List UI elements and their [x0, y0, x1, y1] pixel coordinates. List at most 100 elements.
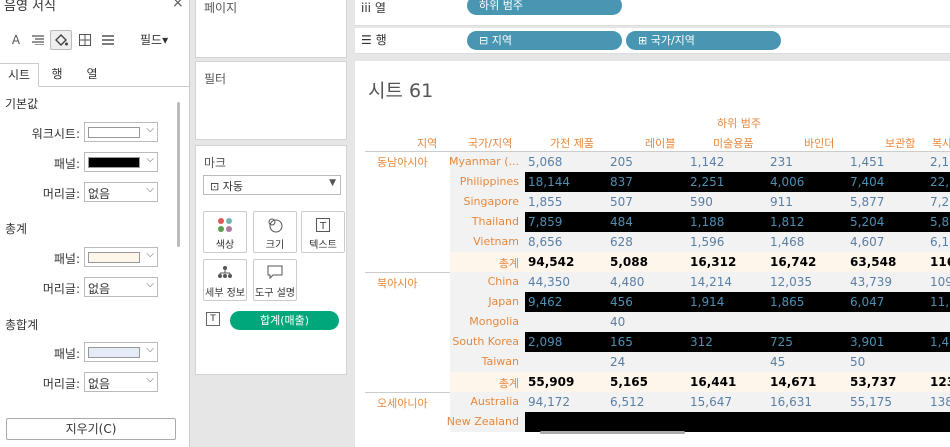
table-row[interactable]: 5,068 205 1,142 231 1,451 2,13 — [525, 152, 950, 172]
value-cell: 18,144 — [528, 175, 570, 189]
expand-icon: ⊞ — [638, 34, 648, 47]
worksheet-color-dropdown[interactable]: ⌵ — [84, 122, 158, 142]
rows-shelf: ☰ 행 ⊟ 지역 ⊞ 국가/지역 — [355, 28, 950, 54]
chevron-down-icon: ⌵ — [146, 124, 154, 135]
value-cell: 1,812 — [770, 215, 805, 229]
row-header-region: 지역 — [417, 137, 438, 150]
value-cell: 43,739 — [850, 275, 892, 289]
table-row[interactable]: 2,098 165 312 725 3,901 1,42 — [525, 332, 950, 352]
fields-dropdown[interactable]: 필드▾ — [140, 31, 168, 48]
alignment-icon[interactable] — [27, 30, 49, 50]
total-row[interactable]: 55,909 5,165 16,441 14,671 53,737 123 — [525, 372, 950, 392]
totals-header-dropdown[interactable]: 없음 ⌵ — [84, 277, 158, 297]
value-cell: 1,865 — [770, 295, 805, 309]
country-label: Thailand — [471, 215, 519, 228]
mark-type-icon: ⊡ — [210, 180, 223, 193]
pages-card[interactable]: 페이지 — [195, 0, 347, 58]
value-cell: 590 — [690, 195, 713, 209]
table-row[interactable]: 24 45 50 — [525, 352, 950, 372]
color-swatch — [88, 252, 140, 263]
value-cell: 1,42 — [930, 335, 950, 349]
clear-button[interactable]: 지우기(C) — [6, 418, 176, 440]
value-cell: 50 — [850, 355, 866, 369]
country-label: Vietnam — [473, 235, 519, 248]
color-label: 색상 — [215, 240, 235, 251]
color-swatch — [88, 127, 140, 138]
column-field-header: 하위 범주 — [717, 117, 761, 130]
grand-pane-color-dropdown[interactable]: ⌵ — [84, 342, 158, 362]
value-cell: 312 — [690, 335, 713, 349]
font-icon[interactable]: A — [5, 30, 27, 50]
value-cell: 55,909 — [528, 375, 575, 389]
row-header-country: 국가/지역 — [468, 137, 513, 150]
value-cell: 94,542 — [528, 255, 575, 269]
table-row[interactable]: 40 — [525, 312, 950, 332]
table-row[interactable]: 1,855 507 590 911 5,877 7,22 — [525, 192, 950, 212]
region-pill[interactable]: ⊟ 지역 — [467, 31, 622, 50]
value-cell: 6,512 — [610, 395, 645, 409]
columns-shelf: iii 열 하위 범주 — [355, 0, 950, 26]
tab-columns[interactable]: 열 — [75, 63, 109, 87]
table-row[interactable]: 18,144 837 2,251 4,006 7,404 22,8 — [525, 172, 950, 192]
value-cell: 123 — [930, 375, 950, 389]
column-header: 가전 제품 — [550, 137, 594, 150]
mark-type-label: 자동 — [222, 180, 243, 193]
total-row[interactable]: 94,542 5,088 16,312 16,742 63,548 116 — [525, 252, 950, 272]
column-header: 미술용품 — [713, 137, 754, 150]
table-row[interactable] — [525, 412, 950, 432]
value-cell: 9,462 — [528, 295, 563, 309]
size-mark-button[interactable]: 크기 — [253, 211, 297, 253]
table-row[interactable]: 44,350 4,480 14,214 12,035 43,739 109 — [525, 272, 950, 292]
collapse-icon: ⊟ — [479, 34, 489, 47]
horizontal-scrollbar[interactable] — [540, 431, 685, 434]
country-label: New Zealand — [446, 415, 519, 428]
country-label: Singapore — [463, 195, 520, 208]
value-cell: 40 — [610, 315, 626, 329]
header-dropdown[interactable]: 없음 ⌵ — [84, 182, 158, 202]
subcategory-pill[interactable]: 하위 범주 — [467, 0, 622, 15]
value-cell: 6,19 — [930, 235, 950, 249]
value-cell: 116 — [930, 255, 950, 269]
value-cell: 5,204 — [850, 215, 885, 229]
filters-card[interactable]: 필터 — [195, 61, 347, 140]
table-row[interactable]: 7,859 484 1,188 1,812 5,204 5,87 — [525, 212, 950, 232]
format-shading-panel: 음영 서식 × A 필드▾ 시트 행 열 기본값 워크시트: ⌵ 패널: ⌵ 머… — [0, 0, 190, 447]
grand-header-dropdown[interactable]: 없음 ⌵ — [84, 372, 158, 392]
header-value: 없음 — [88, 187, 111, 201]
value-cell: 1,142 — [690, 155, 725, 169]
shading-bucket-icon[interactable] — [50, 30, 72, 50]
tooltip-mark-button[interactable]: 도구 설명 — [253, 259, 297, 301]
rows-shelf-label: ☰ 행 — [361, 31, 387, 48]
value-cell: 4,006 — [770, 175, 805, 189]
totals-pane-color-dropdown[interactable]: ⌵ — [84, 247, 158, 267]
text-mark-button[interactable]: T 텍스트 — [301, 211, 345, 253]
pane-color-dropdown[interactable]: ⌵ — [84, 152, 158, 172]
mark-type-dropdown[interactable]: ⊡ 자동 ▼ — [203, 175, 341, 195]
value-cell: 45 — [770, 355, 786, 369]
detail-mark-button[interactable]: 세부 정보 — [203, 259, 247, 301]
lines-icon[interactable] — [97, 30, 119, 50]
table-row[interactable]: 94,172 6,512 15,647 16,631 55,175 138 — [525, 392, 950, 412]
value-cell: 24 — [610, 355, 626, 369]
table-row[interactable]: 8,656 628 1,596 1,468 4,607 6,19 — [525, 232, 950, 252]
panel-scrollbar[interactable] — [177, 102, 180, 247]
pane-label: 패널: — [53, 157, 80, 171]
value-cell: 507 — [610, 195, 633, 209]
sum-sales-pill[interactable]: 합계(매출) — [230, 311, 339, 330]
value-cell: 7,404 — [850, 175, 885, 189]
value-cell: 484 — [610, 215, 633, 229]
country-pill[interactable]: ⊞ 국가/지역 — [626, 31, 781, 50]
close-icon[interactable]: × — [172, 0, 184, 11]
tab-rows[interactable]: 행 — [40, 63, 74, 87]
value-cell: 5,165 — [610, 375, 648, 389]
tab-sheet[interactable]: 시트 — [0, 63, 39, 87]
header-label: 머리글: — [42, 187, 80, 201]
section-grand-totals: 총합계 — [5, 318, 39, 332]
color-mark-button[interactable]: 색상 — [203, 211, 247, 253]
value-cell: 837 — [610, 175, 633, 189]
value-cell: 1,596 — [690, 235, 725, 249]
grand-header-label: 머리글: — [42, 377, 80, 391]
borders-icon[interactable] — [74, 30, 96, 50]
table-row[interactable]: 9,462 456 1,914 1,865 6,047 11,6 — [525, 292, 950, 312]
value-cell: 4,607 — [850, 235, 885, 249]
